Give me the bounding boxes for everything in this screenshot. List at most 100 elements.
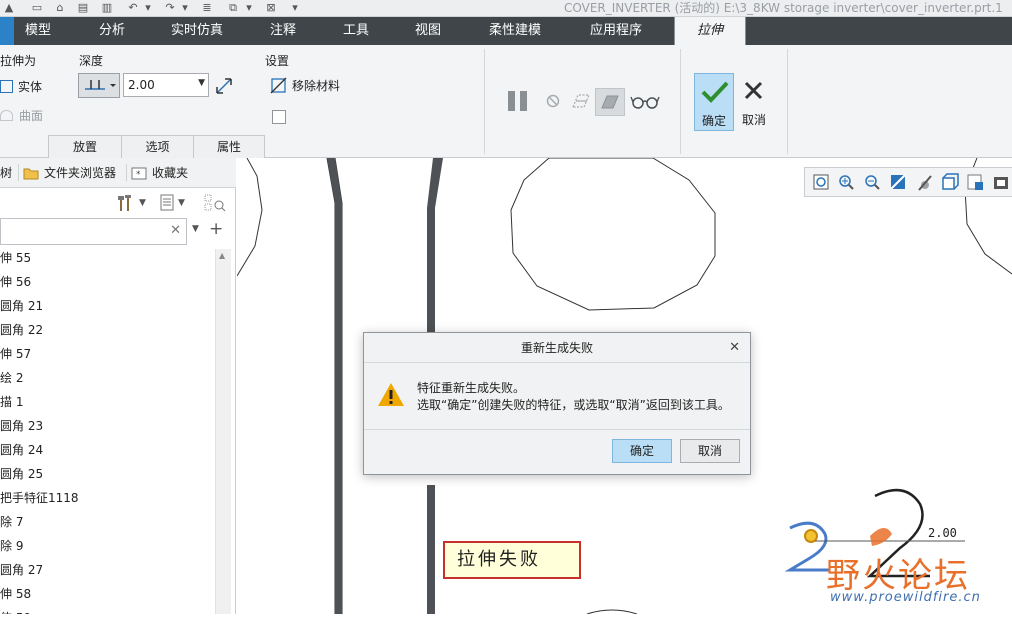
solid-button[interactable]: 实体	[0, 75, 48, 97]
glasses-icon	[630, 96, 660, 109]
tab-view[interactable]: 视图	[400, 17, 456, 45]
tree-item[interactable]: 圆角 24	[0, 438, 43, 462]
surface-button[interactable]: 曲面	[0, 105, 50, 125]
dialog-ok-button[interactable]: 确定	[612, 439, 672, 463]
close-window-icon[interactable]: ⊠	[264, 1, 278, 15]
tree-settings-dropdown-icon: ▼	[139, 198, 146, 208]
separate-preview-button[interactable]	[569, 89, 593, 113]
solid-icon	[0, 79, 13, 93]
depth-option-select[interactable]	[78, 73, 120, 98]
customize-dropdown-icon[interactable]: ▾	[288, 1, 302, 15]
windows-dropdown-icon[interactable]: ▾	[242, 1, 256, 15]
tab-analysis[interactable]: 分析	[84, 17, 140, 45]
ribbon-tab-bar: 模型 分析 实时仿真 注释 工具 视图 柔性建模 应用程序 拉伸	[0, 17, 1012, 45]
confirm-label: 确定	[701, 114, 726, 128]
mark-icon: ▲	[4, 1, 14, 14]
view-manager-icon	[994, 177, 1008, 189]
windows-icon[interactable]: ⧉	[226, 1, 240, 15]
tab-model-tree[interactable]: 树	[0, 164, 12, 181]
redo-dropdown-icon[interactable]: ▾	[178, 1, 192, 15]
tree-item[interactable]: 伸 57	[0, 342, 31, 366]
window-title: COVER_INVERTER (活动的) E:\3_8KW storage in…	[564, 1, 1003, 15]
perspective-icon	[918, 175, 932, 191]
navigator-tabs: 树 文件夹浏览器 * 收藏夹	[0, 158, 236, 188]
no-preview-button[interactable]	[543, 91, 563, 111]
flip-direction-button[interactable]	[213, 75, 235, 97]
depth-dropdown-icon[interactable]: ▼	[198, 78, 205, 88]
tab-model[interactable]: 模型	[16, 17, 60, 45]
quick-access-toolbar: ▲ ▭ ⌂ ▤ ▥ ↶ ▾ ↷ ▾ ≣ ⧉ ▾ ⊠ ▾ COVER_INVERT…	[0, 0, 1012, 17]
warning-icon	[378, 383, 404, 406]
favorites-icon: *	[131, 167, 147, 180]
tab-annotate[interactable]: 注释	[255, 17, 311, 45]
no-preview-icon	[546, 94, 560, 108]
file-menu-button[interactable]	[0, 17, 14, 45]
verify-preview-button[interactable]	[629, 89, 661, 113]
tab-folder-browser[interactable]: 文件夹浏览器	[18, 164, 116, 181]
saved-orientations-icon	[967, 174, 983, 190]
add-item-icon[interactable]: +	[209, 219, 223, 239]
blind-depth-icon	[85, 80, 116, 90]
tree-item[interactable]: 绘 2	[0, 366, 23, 390]
regenerate-icon[interactable]: ≣	[200, 1, 214, 15]
tree-item[interactable]: 圆角 25	[0, 462, 43, 486]
tree-item[interactable]: 圆角 22	[0, 318, 43, 342]
tab-flexible-modeling[interactable]: 柔性建模	[477, 17, 553, 45]
dialog-message-line2: 选取“确定”创建失败的特征，或选取“取消”返回到该工具。	[417, 398, 730, 412]
close-icon	[744, 81, 763, 100]
tab-tools[interactable]: 工具	[328, 17, 384, 45]
tab-extrude[interactable]: 拉伸	[674, 17, 746, 45]
save-icon[interactable]: ▤	[76, 1, 90, 15]
repaint-icon	[890, 174, 906, 190]
tab-applications[interactable]: 应用程序	[578, 17, 654, 45]
tree-filter-button[interactable]	[204, 192, 226, 214]
tree-item[interactable]: 圆角 23	[0, 414, 43, 438]
tree-item[interactable]: 圆角 27	[0, 558, 43, 582]
options-tab[interactable]: 选项	[121, 135, 194, 158]
tree-item[interactable]: 伸 59	[0, 606, 31, 614]
dialog-close-icon[interactable]: ✕	[729, 340, 740, 355]
confirm-button[interactable]: 确定	[694, 73, 734, 131]
tree-item[interactable]: 伸 56	[0, 270, 31, 294]
tree-scrollbar[interactable]: ▲	[215, 249, 231, 614]
model-tree-label: 树	[0, 166, 13, 180]
watermark: 2.00 野火论坛 www.proewildfire.cn	[770, 486, 1012, 614]
cancel-label: 取消	[741, 113, 766, 127]
pause-button[interactable]	[505, 89, 531, 113]
tree-search-field[interactable]: ✕	[0, 218, 187, 245]
clear-search-icon[interactable]: ✕	[170, 223, 181, 238]
attached-preview-button[interactable]	[595, 88, 625, 116]
new-file-icon[interactable]: ▭	[30, 1, 44, 15]
redo-icon[interactable]: ↷	[163, 1, 177, 15]
tree-item[interactable]: 伸 58	[0, 582, 31, 606]
tab-favorites[interactable]: * 收藏夹	[126, 164, 188, 181]
dialog-message-line1: 特征重新生成失败。	[417, 381, 526, 395]
depth-value-field[interactable]: 2.00 ▼	[123, 73, 209, 97]
tree-item[interactable]: 除 9	[0, 534, 23, 558]
open-file-icon[interactable]: ⌂	[53, 1, 67, 15]
search-dropdown-icon[interactable]: ▼	[192, 224, 199, 234]
tree-item[interactable]: 圆角 21	[0, 294, 43, 318]
flip-direction-icon	[216, 78, 232, 94]
tree-item[interactable]: 把手特征1118	[0, 486, 79, 510]
print-icon[interactable]: ▥	[100, 1, 114, 15]
tab-live-simulation[interactable]: 实时仿真	[160, 17, 234, 45]
dialog-cancel-button[interactable]: 取消	[680, 439, 740, 463]
zoom-in-icon	[839, 175, 854, 190]
properties-tab[interactable]: 属性	[193, 135, 265, 158]
display-style-icon	[942, 173, 959, 190]
undo-dropdown-icon[interactable]: ▾	[141, 1, 155, 15]
tree-item[interactable]: 除 7	[0, 510, 23, 534]
tree-settings-button[interactable]: ▼	[116, 192, 146, 214]
cancel-button[interactable]: 取消	[738, 73, 770, 131]
scroll-up-icon[interactable]: ▲	[219, 251, 225, 260]
tree-item[interactable]: 伸 55	[0, 246, 31, 270]
extrude-as-label: 拉伸为	[0, 54, 37, 68]
tree-item[interactable]: 描 1	[0, 390, 23, 414]
show-button[interactable]: ▼	[159, 192, 185, 214]
placement-tab[interactable]: 放置	[48, 135, 122, 158]
thicken-sketch-checkbox[interactable]	[272, 110, 286, 124]
watermark-url: www.proewildfire.cn	[830, 590, 981, 605]
remove-material-button[interactable]: 移除材料	[270, 75, 346, 95]
undo-icon[interactable]: ↶	[126, 1, 140, 15]
